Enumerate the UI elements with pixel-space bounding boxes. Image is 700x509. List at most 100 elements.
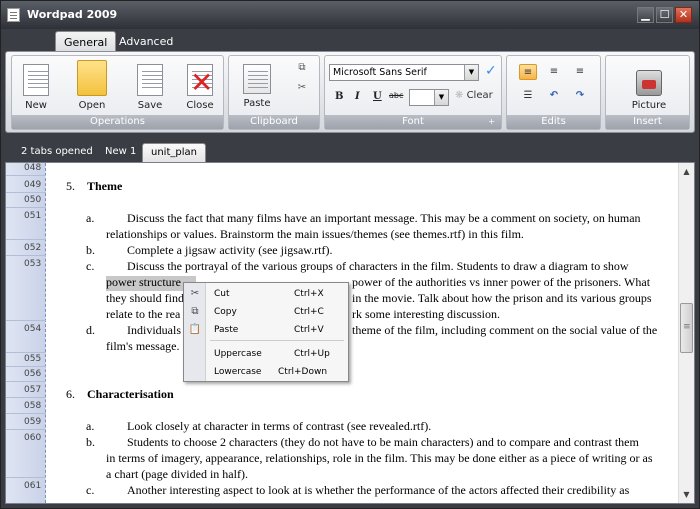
paste-icon — [243, 64, 271, 94]
paragraph-line: Complete a jigsaw activity (see jigsaw.r… — [127, 243, 333, 257]
menu-item-paste[interactable]: 📋 Paste Ctrl+V — [184, 321, 348, 339]
paragraph-line: Look closely at character in terms of co… — [127, 419, 432, 433]
heading-number: 6. — [66, 387, 75, 401]
bold-button[interactable]: B — [335, 91, 343, 102]
clear-icon: ❋ — [455, 90, 467, 101]
open-label: Open — [78, 100, 106, 111]
open-button[interactable]: Open — [72, 60, 112, 112]
list-marker: b. — [86, 243, 95, 257]
operations-group-label: Operations — [12, 115, 223, 129]
document-text[interactable]: 5. Theme a. Discuss the fact that many f… — [46, 163, 678, 503]
maximize-button[interactable]: ☐ — [656, 7, 673, 23]
apply-font-icon[interactable]: ✓ — [485, 63, 497, 79]
line-number: 059 — [24, 417, 42, 427]
paragraph-line: Individuals — [127, 323, 181, 337]
menu-item-lowercase[interactable]: Lowercase Ctrl+Down — [184, 363, 348, 381]
underline-button[interactable]: U — [373, 91, 382, 102]
paragraph-line: they should find — [106, 291, 184, 305]
cut-icon[interactable]: ✂ — [295, 82, 309, 94]
clear-label: Clear — [466, 90, 493, 101]
align-right-icon[interactable]: ≡ — [571, 64, 589, 80]
close-doc-button[interactable]: ✕ Close — [180, 60, 220, 112]
line-number: 058 — [24, 401, 42, 411]
ribbon: New Open Save ✕ Close Operations Paste ⧉… — [5, 51, 695, 133]
paste-label: Paste — [243, 98, 271, 109]
chevron-down-icon: ▼ — [434, 90, 448, 105]
paragraph-line: Discuss the fact that many films have an… — [127, 211, 641, 225]
dialog-launcher-icon[interactable]: + — [488, 115, 495, 129]
tab-advanced[interactable]: Advanced — [111, 31, 181, 52]
list-marker: a. — [86, 419, 95, 433]
line-number: 055 — [24, 354, 42, 364]
open-folder-icon — [77, 60, 107, 96]
line-number: 049 — [24, 180, 42, 190]
minimize-button[interactable]: ▁ — [637, 7, 654, 23]
strikethrough-button[interactable]: abc — [389, 91, 403, 100]
line-number-gutter: 048 049 050 051 052 053 054 055 056 057 … — [6, 163, 46, 503]
menu-item-uppercase[interactable]: Uppercase Ctrl+Up — [184, 345, 348, 363]
vertical-scrollbar[interactable]: ▲ ▼ — [678, 163, 694, 503]
document-tab-bar: 2 tabs opened New 1 unit_plan — [1, 140, 699, 162]
app-icon — [7, 8, 20, 22]
copy-icon: ⧉ — [191, 306, 199, 317]
chevron-down-icon: ▼ — [464, 65, 478, 80]
font-group: Microsoft Sans Serif ▼ ✓ B I U abc ▼ ❋ C… — [324, 55, 502, 130]
tab-new-1[interactable]: New 1 — [97, 143, 144, 162]
line-number: 056 — [24, 369, 42, 379]
menu-item-cut[interactable]: ✂ Cut Ctrl+X — [184, 285, 348, 303]
tab-general[interactable]: General — [55, 31, 117, 52]
font-family-select[interactable]: Microsoft Sans Serif ▼ — [329, 64, 479, 81]
paragraph-line: in terms of imagery, appearance, relatio… — [106, 451, 653, 465]
scroll-down-icon[interactable]: ▼ — [681, 489, 692, 500]
tabs-opened-count: 2 tabs opened — [21, 146, 93, 157]
line-number: 050 — [24, 195, 42, 205]
italic-button[interactable]: I — [355, 91, 360, 102]
bullets-icon[interactable]: ☰ — [519, 88, 537, 104]
paragraph-line: Another interesting aspect to look at is… — [127, 483, 630, 497]
ribbon-tab-bar: General Advanced — [1, 29, 699, 52]
paragraph-line: relationships or values. Brainstorm the … — [106, 227, 524, 241]
paragraph-line: Discuss the portrayal of the various gro… — [127, 259, 629, 273]
line-number: 060 — [24, 433, 42, 443]
new-button[interactable]: New — [16, 60, 56, 112]
clear-format-button[interactable]: ❋ Clear — [455, 90, 493, 101]
paragraph-line: theme of the film, including comment on … — [352, 323, 658, 337]
scrollbar-thumb[interactable] — [680, 303, 693, 353]
align-left-icon[interactable]: ≡ — [519, 64, 537, 80]
close-document-icon: ✕ — [187, 64, 213, 97]
picture-icon — [636, 70, 662, 96]
line-number: 054 — [24, 324, 42, 334]
paragraph-line: a chart (page divided in half). — [106, 467, 248, 481]
paragraph-line: rk some interesting discussion. — [352, 307, 500, 321]
close-window-button[interactable]: ✕ — [675, 7, 692, 23]
save-button[interactable]: Save — [130, 60, 170, 112]
edits-group: ≡ ≡ ≡ ☰ ↶ ↷ Edits — [506, 55, 601, 130]
list-marker: b. — [86, 435, 95, 449]
save-icon — [137, 64, 163, 96]
line-number: 051 — [24, 211, 42, 221]
cut-icon: ✂ — [190, 288, 200, 299]
window-title: Wordpad 2009 — [27, 8, 118, 21]
scroll-up-icon[interactable]: ▲ — [681, 166, 692, 177]
editor[interactable]: 048 049 050 051 052 053 054 055 056 057 … — [5, 162, 695, 504]
undo-icon[interactable]: ↶ — [545, 88, 563, 104]
title-bar[interactable]: Wordpad 2009 ▁ ☐ ✕ — [1, 1, 699, 29]
paragraph-line: in the movie. Talk about how the prison … — [352, 291, 652, 305]
clipboard-group-label: Clipboard — [229, 115, 319, 129]
menu-divider — [210, 340, 344, 341]
menu-item-copy[interactable]: ⧉ Copy Ctrl+C — [184, 303, 348, 321]
font-size-select[interactable]: ▼ — [409, 89, 449, 106]
picture-button[interactable]: Picture — [626, 60, 672, 112]
paragraph-line: film's message. — [106, 339, 180, 353]
align-center-icon[interactable]: ≡ — [545, 64, 563, 80]
picture-label: Picture — [631, 100, 667, 111]
tab-unit-plan[interactable]: unit_plan — [142, 143, 206, 162]
paste-icon: 📋 — [188, 324, 202, 335]
redo-icon[interactable]: ↷ — [571, 88, 589, 104]
font-group-title: Font — [402, 116, 424, 127]
copy-icon[interactable]: ⧉ — [295, 62, 309, 74]
app-window: Wordpad 2009 ▁ ☐ ✕ General Advanced New … — [0, 0, 700, 509]
list-marker: d. — [86, 323, 95, 337]
close-label: Close — [186, 100, 214, 111]
paste-button[interactable]: Paste — [237, 60, 277, 112]
